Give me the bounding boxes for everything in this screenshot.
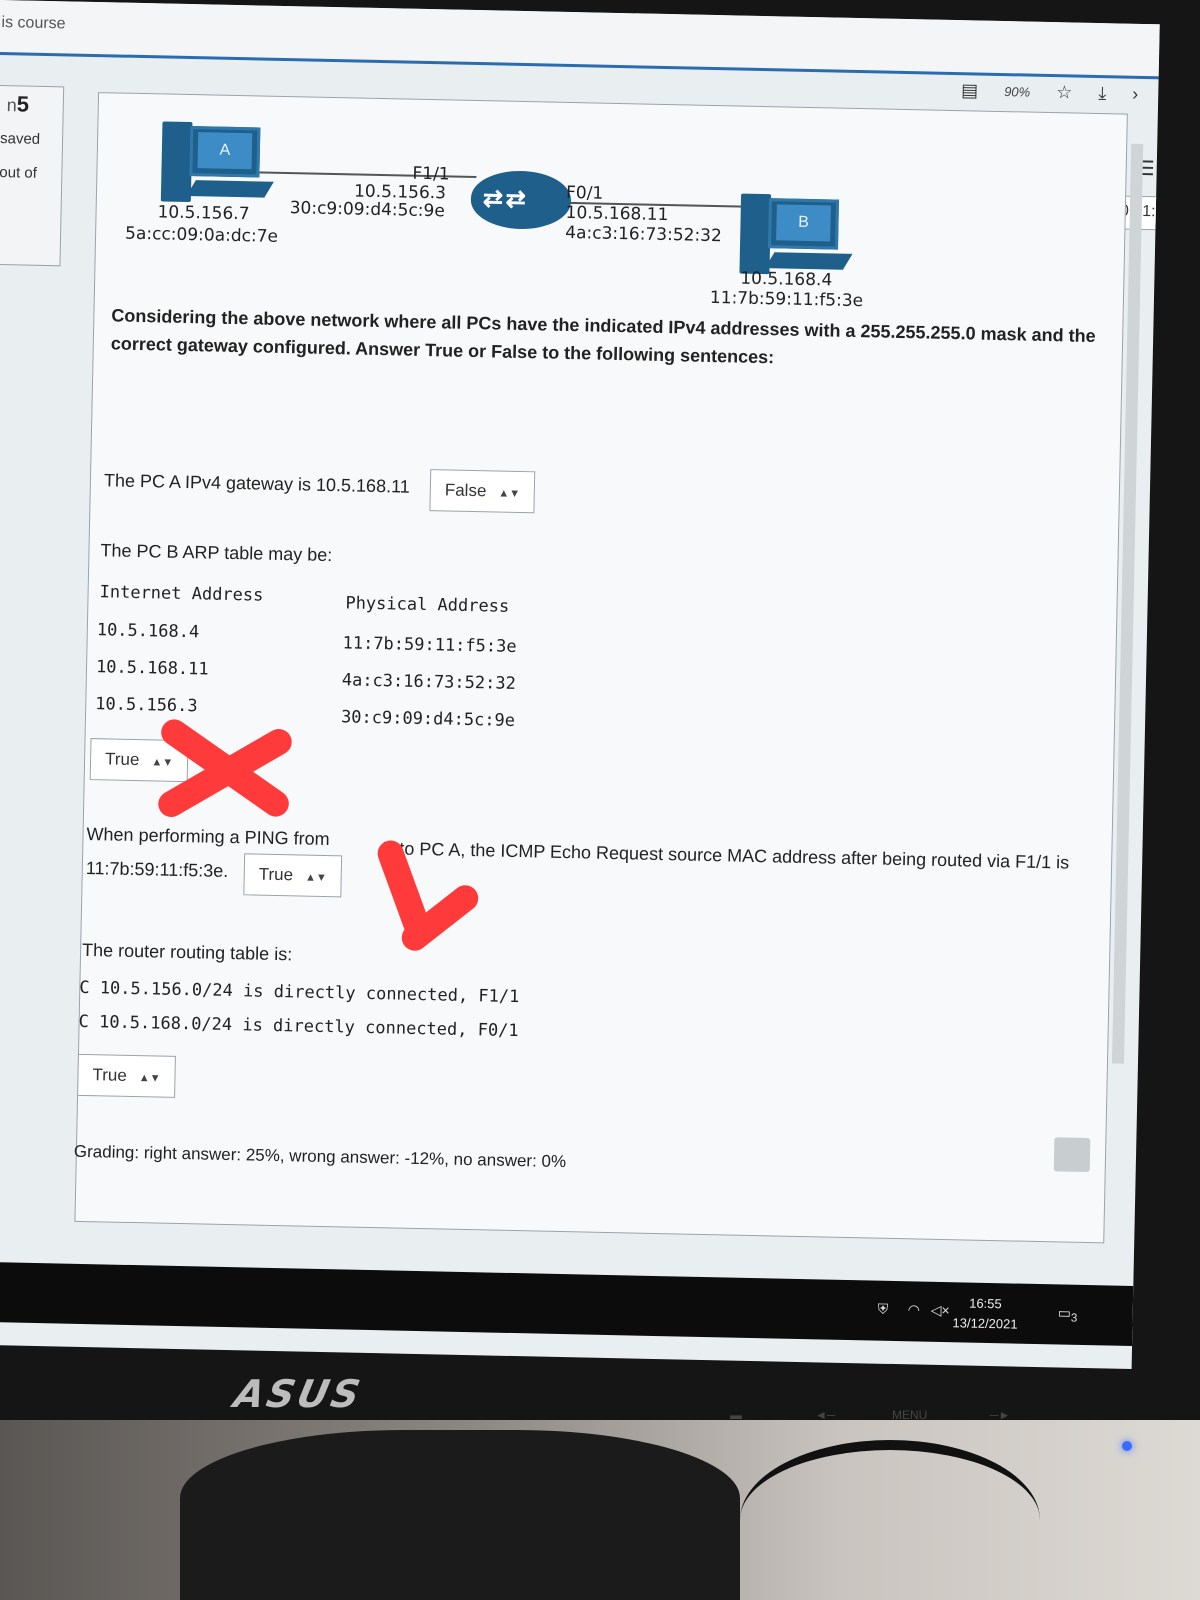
statement-1-select[interactable]: False ▲▼ (429, 469, 536, 514)
pc-b-label: B (776, 204, 831, 242)
notification-icon[interactable]: ▭3 (1057, 1304, 1078, 1324)
question-marks: out of (0, 164, 38, 182)
scroll-up-button[interactable] (1053, 1137, 1091, 1173)
select-arrows-icon: ▲▼ (304, 871, 327, 885)
browser-toolbar: ▤ 90% ☆ ⤓ › (961, 80, 1139, 105)
router-f01-mac: 4a:c3:16:73:52:32 (565, 222, 722, 247)
download-icon[interactable]: ⤓ (1098, 83, 1106, 104)
statement-4-select[interactable]: True ▲▼ (77, 1053, 177, 1098)
arp-row-ip: 10.5.156.3 (95, 694, 198, 717)
monitor-button-icon[interactable]: ▬ (730, 1408, 742, 1422)
pc-b-mac: 11:7b:59:11:f5:3e (709, 287, 864, 312)
router-f11-iface: F1/1 (412, 163, 450, 185)
reader-view-icon[interactable]: ▤ (961, 80, 978, 101)
pc-b-ip: 10.5.168.4 (740, 268, 833, 291)
question-status: saved (0, 130, 41, 148)
pc-a-mac: 5a:cc:09:0a:dc:7e (124, 223, 279, 247)
router-f01-ip: 10.5.168.11 (565, 202, 669, 226)
monitor-left-button-icon[interactable]: ◄─ (815, 1408, 835, 1422)
arp-row-mac: 11:7b:59:11:f5:3e (342, 633, 517, 657)
clock[interactable]: 16:55 13/12/2021 (952, 1293, 1018, 1333)
wifi-icon[interactable]: ◠ (908, 1301, 921, 1318)
question-number: n5 (6, 91, 30, 117)
router-f01-iface: F0/1 (565, 182, 604, 204)
arp-row-mac: 4a:c3:16:73:52:32 (341, 670, 516, 694)
monitor-stand (180, 1430, 740, 1600)
select-arrows-icon: ▲▼ (151, 756, 174, 769)
statement-3-select[interactable]: True ▲▼ (243, 853, 343, 898)
chevron-right-icon[interactable]: › (1132, 84, 1138, 105)
star-icon[interactable]: ☆ (1056, 82, 1073, 103)
monitor-brand-logo: ASUS (230, 1372, 367, 1416)
zoom-level[interactable]: 90% (1004, 84, 1030, 100)
pc-a-label: A (197, 132, 253, 170)
volume-muted-icon[interactable]: ◁× (931, 1302, 950, 1319)
select-arrows-icon: ▲▼ (138, 1072, 161, 1085)
arp-header-physical: Physical Address (345, 593, 510, 617)
arp-header-internet: Internet Address (99, 582, 264, 606)
question-info-panel: n5 saved out of (0, 84, 65, 267)
arp-row-mac: 30:c9:09:d4:5c:9e (340, 707, 516, 731)
power-led (1122, 1441, 1132, 1451)
router-f11-mac: 30:c9:09:d4:5c:9e (289, 198, 445, 222)
arp-row-ip: 10.5.168.11 (95, 657, 209, 680)
screen: is course ▤ 90% ☆ ⤓ › n5 saved out of ☰ … (0, 0, 1160, 1369)
tab-title[interactable]: is course (1, 14, 65, 33)
pc-a-ip: 10.5.156.7 (157, 202, 250, 225)
question-card (74, 92, 1128, 1244)
monitor-right-button-icon[interactable]: ─► (990, 1408, 1010, 1422)
statement-3-mac: 11:7b:59:11:f5:3e. (85, 857, 229, 881)
cable (740, 1440, 1040, 1600)
arp-row-ip: 10.5.168.4 (96, 620, 200, 643)
monitor-menu-button[interactable]: MENU (892, 1408, 927, 1422)
select-arrows-icon: ▲▼ (498, 487, 521, 500)
security-icon[interactable]: ⛨ (878, 1301, 889, 1318)
statement-4-text: The router routing table is: (81, 939, 293, 965)
